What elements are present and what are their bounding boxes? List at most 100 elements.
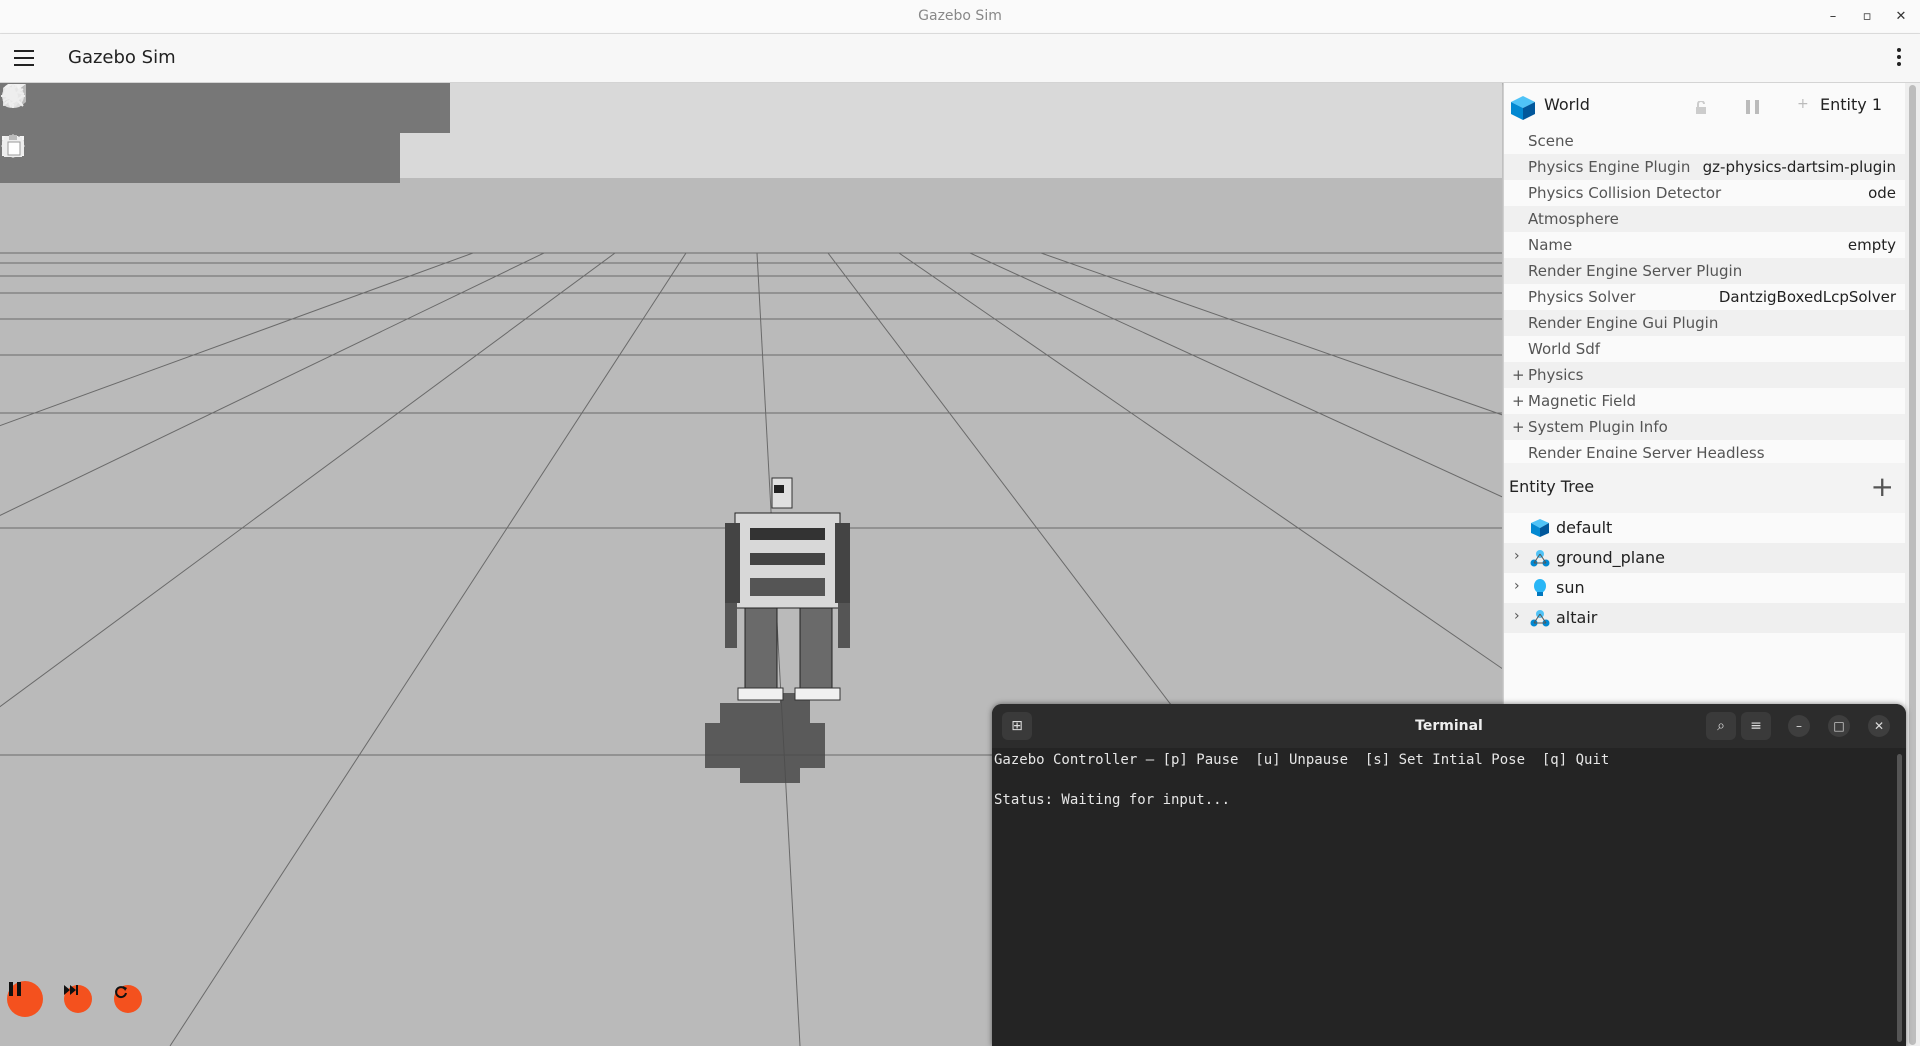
entity-tree-header: Entity Tree + [1504, 463, 1906, 513]
entity-id: Entity 1 [1820, 95, 1882, 114]
entity-tree-item-ground_plane[interactable]: › ground_plane [1504, 543, 1906, 573]
chevron-right-icon[interactable]: › [1514, 548, 1520, 564]
component-label: Physics Collision Detector [1528, 184, 1722, 202]
add-entity-icon[interactable]: + [1871, 470, 1894, 503]
close-icon[interactable]: ✕ [1892, 8, 1910, 26]
world-cube-icon [1511, 96, 1535, 120]
lock-icon[interactable] [1694, 101, 1708, 115]
component-row: Atmosphere [1504, 206, 1906, 232]
add-component-icon[interactable]: + [1797, 96, 1809, 112]
world-cube-icon [1530, 518, 1550, 538]
sphere-icon[interactable] [2, 83, 100, 133]
paste-icon[interactable] [4, 133, 400, 183]
component-row: Render Engine Server Plugin [1504, 258, 1906, 284]
component-row: World Sdf [1504, 336, 1906, 362]
terminal-line: Gazebo Controller – [p] Pause [u] Unpaus… [994, 752, 1610, 768]
entity-name: World [1544, 95, 1590, 114]
component-list: Scene Physics Engine Plugin gz-physics-dar… [1504, 128, 1906, 458]
more-options-icon[interactable] [1896, 48, 1902, 68]
transform-control-icon[interactable] [4, 133, 200, 183]
search-icon[interactable]: ⌕ [1706, 712, 1736, 740]
component-label: Physics [1528, 366, 1584, 384]
capsule-icon[interactable] [8, 83, 250, 133]
tools-toolbar [0, 133, 400, 183]
shapes-toolbar [0, 83, 450, 133]
component-row: Render Engine Gui Plugin [1504, 310, 1906, 336]
window-titlebar: Gazebo Sim – ▫ ✕ [0, 0, 1920, 34]
component-row[interactable]: + Physics [1504, 362, 1906, 388]
component-label: Physics Engine Plugin [1528, 158, 1691, 176]
terminal-window: ⊞ Terminal ⌕ ≡ – □ ✕ Gazebo Controller –… [992, 704, 1906, 1046]
menu-icon[interactable]: ≡ [1741, 712, 1771, 740]
expand-icon[interactable]: + [1512, 414, 1525, 440]
maximize-icon[interactable]: ▫ [1858, 8, 1876, 26]
close-icon[interactable]: ✕ [1868, 715, 1890, 737]
window-title: Gazebo Sim [918, 8, 1002, 24]
point-light-icon[interactable] [1, 83, 350, 133]
component-row: Scene [1504, 128, 1906, 154]
entity-tree-title: Entity Tree [1509, 477, 1595, 496]
hamburger-menu-icon[interactable] [14, 50, 34, 66]
rotate-icon[interactable] [2, 133, 150, 183]
step-icon [64, 985, 78, 995]
pause-button[interactable] [7, 981, 43, 1017]
component-value: gz-physics-dartsim-plugin [1702, 158, 1896, 176]
expand-icon[interactable]: + [1512, 388, 1525, 414]
right-scrollbar[interactable] [1905, 83, 1920, 1046]
model-icon [1530, 548, 1550, 568]
cylinder-icon[interactable] [5, 83, 200, 133]
app-title: Gazebo Sim [68, 47, 176, 68]
reset-icon [115, 986, 127, 999]
component-row[interactable]: + Magnetic Field [1504, 388, 1906, 414]
pause-updates-icon[interactable] [1744, 99, 1762, 115]
copy-icon[interactable] [5, 133, 350, 183]
translate-icon[interactable] [1, 133, 100, 183]
component-row[interactable]: + System Plugin Info [1504, 414, 1906, 440]
light-bulb-icon [1530, 578, 1550, 598]
ellipsoid-icon[interactable] [2, 83, 300, 133]
component-label: Physics Solver [1528, 288, 1636, 306]
expand-icon[interactable]: + [1512, 362, 1525, 388]
minimize-icon[interactable]: – [1824, 8, 1842, 26]
chevron-right-icon[interactable]: › [1514, 578, 1520, 594]
component-label: World Sdf [1528, 340, 1601, 358]
entity-tree: default › ground_plane › sun › altair [1504, 513, 1906, 633]
component-row: Name empty [1504, 232, 1906, 258]
component-value: empty [1847, 236, 1896, 254]
entity-name: altair [1556, 608, 1598, 627]
component-inspector-header: World + Entity 1 [1504, 83, 1906, 131]
entity-name: sun [1556, 578, 1585, 597]
component-label: Render Engine Server Plugin [1528, 262, 1743, 280]
component-row: Physics Solver DantzigBoxedLcpSolver [1504, 284, 1906, 310]
entity-tree-item-sun[interactable]: › sun [1504, 573, 1906, 603]
chevron-right-icon[interactable]: › [1514, 608, 1520, 624]
spot-light-icon[interactable] [4, 83, 450, 133]
terminal-output[interactable]: Gazebo Controller – [p] Pause [u] Unpaus… [994, 750, 1884, 810]
terminal-scrollbar[interactable] [1897, 754, 1902, 1042]
component-row: Physics Collision Detector ode [1504, 180, 1906, 206]
directional-light-icon[interactable] [2, 83, 400, 133]
component-label: Magnetic Field [1528, 392, 1637, 410]
component-label: Atmosphere [1528, 210, 1619, 228]
grid-icon[interactable] [2, 133, 250, 183]
entity-tree-item-altair[interactable]: › altair [1504, 603, 1906, 633]
terminal-line: Status: Waiting for input... [994, 792, 1231, 808]
component-label: Scene [1528, 132, 1574, 150]
cone-icon[interactable] [3, 83, 150, 133]
component-label: System Plugin Info [1528, 418, 1668, 436]
app-bar: Gazebo Sim [0, 34, 1920, 83]
component-label: Render Engine Gui Plugin [1528, 314, 1719, 332]
pause-icon [9, 982, 21, 996]
reset-button[interactable] [114, 985, 142, 1013]
entity-name: default [1556, 518, 1613, 537]
component-row: Render Engine Server Headless [1504, 440, 1906, 458]
component-value: DantzigBoxedLcpSolver [1718, 288, 1896, 306]
step-button[interactable] [64, 985, 92, 1013]
terminal-header: ⊞ Terminal ⌕ ≡ – □ ✕ [992, 704, 1906, 748]
entity-tree-item-default[interactable]: default [1504, 513, 1906, 543]
screenshot-icon[interactable] [2, 133, 300, 183]
maximize-icon[interactable]: □ [1828, 715, 1850, 737]
entity-name: ground_plane [1556, 548, 1665, 567]
minimize-icon[interactable]: – [1788, 715, 1810, 737]
